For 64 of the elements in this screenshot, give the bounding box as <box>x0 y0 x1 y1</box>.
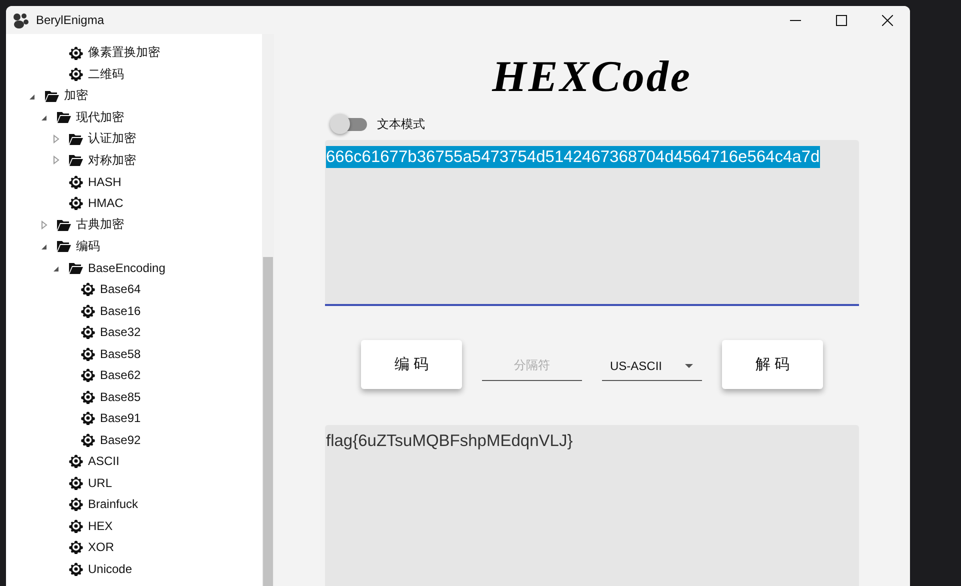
gear-icon <box>69 540 83 554</box>
output-field[interactable]: flag{6uZTsuMQBFshpMEdqnVLJ} <box>325 425 859 586</box>
tree-item[interactable]: BaseEncoding <box>88 260 166 275</box>
tree-item[interactable]: Unicode <box>88 562 132 576</box>
gear-icon <box>81 432 95 447</box>
folder-icon <box>45 88 59 103</box>
folder-icon <box>69 132 83 146</box>
gear-icon <box>69 562 83 576</box>
tree-item[interactable]: 二维码 <box>88 66 124 83</box>
decode-button[interactable]: 解 码 <box>722 340 823 389</box>
gear-icon <box>81 282 95 296</box>
tree-item[interactable]: Base92 <box>100 432 141 447</box>
encode-button[interactable]: 编 码 <box>361 340 462 389</box>
tree-item[interactable]: Base62 <box>100 368 141 382</box>
gear-icon <box>69 497 83 512</box>
gear-icon <box>69 174 83 189</box>
gear-icon <box>81 325 95 340</box>
tree-item[interactable]: 加密 <box>64 87 88 104</box>
toggle-label: 文本模式 <box>377 116 425 132</box>
tree-item[interactable]: HEX <box>88 518 113 533</box>
gear-icon <box>69 67 83 82</box>
paw-icon <box>12 12 29 28</box>
tree-item[interactable]: URL <box>88 476 112 490</box>
tree-item[interactable]: 认证加密 <box>88 130 136 148</box>
gear-icon <box>81 304 95 318</box>
separator-field[interactable]: 分隔符 <box>482 350 582 381</box>
tree-item[interactable]: 对称加密 <box>88 152 136 169</box>
tree-item[interactable]: HMAC <box>88 196 124 210</box>
tree-item[interactable]: Base64 <box>100 282 141 296</box>
gear-icon <box>81 346 95 361</box>
tree-item[interactable]: Base32 <box>100 325 141 340</box>
folder-icon <box>57 218 71 232</box>
gear-icon <box>81 390 95 404</box>
gear-icon <box>69 518 83 533</box>
window-title: BerylEnigma <box>36 13 104 27</box>
caret-icon <box>684 362 694 368</box>
charset-dropdown[interactable]: US-ASCII <box>602 351 702 381</box>
maximize-icon <box>836 14 846 26</box>
tree-item[interactable]: 像素置换加密 <box>88 44 160 62</box>
tree-item[interactable]: Base91 <box>100 411 141 426</box>
tree-item[interactable]: Brainfuck <box>88 497 138 512</box>
folder-icon <box>57 239 71 254</box>
tree-item[interactable]: ASCII <box>88 454 120 468</box>
folder-icon <box>69 260 83 275</box>
folder-icon <box>57 110 71 124</box>
toggle-switch[interactable] <box>330 114 367 134</box>
tree-item[interactable]: Base85 <box>100 390 141 404</box>
gear-icon <box>81 411 95 426</box>
tree-item[interactable]: 现代加密 <box>76 108 124 126</box>
tree-item[interactable]: Base58 <box>100 346 141 361</box>
gear-icon <box>81 368 95 382</box>
gear-icon <box>69 196 83 210</box>
folder-icon <box>69 153 83 168</box>
scrollbar[interactable] <box>262 34 274 586</box>
tree-item[interactable]: 编码 <box>76 238 100 255</box>
tree-item[interactable]: XOR <box>88 540 114 554</box>
tree-item[interactable]: Base16 <box>100 304 141 318</box>
gear-icon <box>69 46 83 60</box>
tree-item[interactable]: HASH <box>88 174 122 189</box>
gear-icon <box>69 476 83 490</box>
app-logo: HEXCode <box>492 52 692 102</box>
close-icon <box>882 14 892 26</box>
tree-item[interactable]: 古典加密 <box>76 216 124 234</box>
gear-icon <box>69 454 83 468</box>
